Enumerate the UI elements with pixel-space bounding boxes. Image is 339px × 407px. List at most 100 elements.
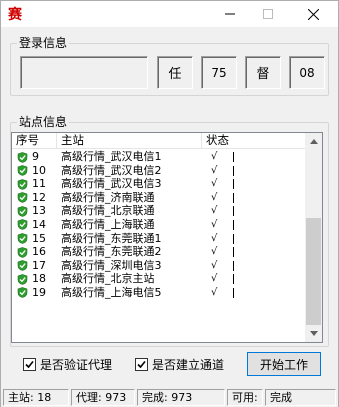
row-status-bar bbox=[233, 233, 234, 244]
site-list[interactable]: 序号 主站 状态 9 高级行情_武汉电信1 √ 10 高级行情_武汉电信2 √ 11 高级行情… bbox=[11, 132, 323, 343]
row-site-name: 高级行情_上海电信5 bbox=[61, 285, 162, 299]
login-info-group: 登录信息 任 75 督 08 bbox=[10, 36, 329, 96]
list-item[interactable]: 18 高级行情_北京主站 √ bbox=[12, 272, 305, 286]
checkbox-checked-icon[interactable] bbox=[23, 357, 36, 371]
list-rows: 9 高级行情_武汉电信1 √ 10 高级行情_武汉电信2 √ 11 高级行情_武汉电信3 √ 12… bbox=[12, 150, 305, 300]
row-number: 9 bbox=[32, 150, 39, 163]
build-channel-checkbox[interactable]: 是否建立通道 bbox=[135, 357, 225, 372]
row-site-name: 高级行情_武汉电信2 bbox=[61, 163, 162, 177]
row-number: 13 bbox=[32, 204, 46, 218]
row-status: √ bbox=[211, 246, 219, 258]
title-bar[interactable]: 赛 bbox=[1, 1, 338, 27]
row-status-bar bbox=[233, 260, 234, 271]
list-header: 序号 主站 状态 bbox=[12, 133, 305, 149]
status-done-count: 完成: 973 bbox=[137, 389, 225, 406]
checkbox-checked-icon[interactable] bbox=[135, 357, 148, 371]
green-shield-check-icon bbox=[17, 246, 28, 258]
row-status: √ bbox=[211, 151, 219, 162]
row-site-name: 高级行情_东莞联通1 bbox=[61, 231, 162, 245]
row-status: √ bbox=[211, 191, 219, 203]
row-number: 10 bbox=[32, 163, 46, 177]
green-shield-check-icon bbox=[17, 260, 28, 272]
status-proxy-count: 代理: 973 bbox=[71, 389, 135, 406]
green-shield-check-icon bbox=[17, 233, 28, 244]
green-shield-check-icon bbox=[17, 178, 28, 190]
status-available-count: 可用: 14 bbox=[227, 389, 263, 406]
row-site-name: 高级行情_北京主站 bbox=[61, 272, 155, 286]
row-status-bar bbox=[233, 287, 234, 298]
column-header-no[interactable]: 序号 bbox=[12, 133, 57, 149]
list-item[interactable]: 13 高级行情_北京联通 √ bbox=[12, 204, 305, 218]
scroll-up-icon[interactable] bbox=[305, 133, 322, 150]
green-shield-check-icon bbox=[17, 165, 28, 176]
list-item[interactable]: 11 高级行情_武汉电信3 √ bbox=[12, 177, 305, 191]
list-item[interactable]: 14 高级行情_上海联通 √ bbox=[12, 218, 305, 232]
row-number: 14 bbox=[32, 217, 46, 231]
row-site-name: 高级行情_北京联通 bbox=[61, 204, 155, 218]
green-shield-check-icon bbox=[17, 192, 28, 204]
maximize-icon[interactable] bbox=[253, 1, 283, 27]
row-number: 17 bbox=[32, 258, 46, 272]
row-number: 11 bbox=[32, 177, 46, 191]
row-status-bar bbox=[233, 247, 234, 258]
green-shield-check-icon bbox=[17, 206, 28, 217]
main-window: 赛 登录信息 任 75 督 08 站点信息 序号 主站 状态 9 高级行情_武汉电… bbox=[0, 0, 339, 407]
list-item[interactable]: 15 高级行情_东莞联通1 √ bbox=[12, 232, 305, 246]
build-channel-label: 是否建立通道 bbox=[152, 357, 225, 372]
minimize-icon[interactable] bbox=[215, 1, 245, 27]
row-status: √ bbox=[211, 205, 219, 217]
close-icon[interactable] bbox=[298, 1, 328, 27]
list-item[interactable]: 10 高级行情_武汉电信2 √ bbox=[12, 164, 305, 178]
login-stat-1: 任 bbox=[157, 56, 193, 89]
start-work-button[interactable]: 开始工作 bbox=[247, 352, 321, 376]
row-status: √ bbox=[211, 273, 219, 285]
row-status-bar bbox=[233, 206, 234, 217]
login-display-field bbox=[20, 56, 148, 89]
list-scrollbar[interactable] bbox=[305, 133, 322, 342]
row-site-name: 高级行情_济南联通 bbox=[61, 190, 155, 204]
list-item[interactable]: 19 高级行情_上海电信5 √ bbox=[12, 286, 305, 300]
scroll-down-icon[interactable] bbox=[305, 325, 322, 342]
row-status: √ bbox=[211, 259, 219, 271]
list-item[interactable]: 16 高级行情_东莞联通2 √ bbox=[12, 245, 305, 259]
row-site-name: 高级行情_上海联通 bbox=[61, 217, 155, 231]
row-number: 18 bbox=[32, 272, 46, 286]
green-shield-check-icon bbox=[17, 219, 28, 231]
login-stat-4: 08 bbox=[289, 56, 325, 89]
row-status-bar bbox=[233, 165, 234, 176]
row-status: √ bbox=[211, 178, 219, 190]
column-header-site[interactable]: 主站 bbox=[57, 133, 202, 149]
site-info-title: 站点信息 bbox=[17, 115, 70, 129]
login-stat-3: 督 bbox=[245, 56, 281, 89]
green-shield-check-icon bbox=[17, 151, 28, 163]
row-status-bar bbox=[233, 179, 234, 190]
login-stat-2: 75 bbox=[201, 56, 237, 89]
status-state: 完成 bbox=[265, 389, 336, 406]
login-info-title: 登录信息 bbox=[17, 36, 70, 50]
row-number: 12 bbox=[32, 190, 46, 204]
row-status-bar bbox=[233, 274, 234, 285]
green-shield-check-icon bbox=[17, 287, 28, 299]
row-status: √ bbox=[211, 218, 219, 230]
row-site-name: 高级行情_东莞联通2 bbox=[61, 245, 162, 259]
row-status: √ bbox=[211, 232, 219, 244]
row-site-name: 高级行情_武汉电信1 bbox=[61, 150, 162, 163]
verify-proxy-label: 是否验证代理 bbox=[40, 357, 113, 372]
scroll-thumb[interactable] bbox=[306, 218, 321, 325]
row-number: 19 bbox=[32, 285, 46, 299]
svg-text:赛: 赛 bbox=[7, 6, 23, 21]
row-status-bar bbox=[233, 152, 234, 162]
green-shield-check-icon bbox=[17, 274, 28, 285]
row-status: √ bbox=[211, 286, 219, 298]
verify-proxy-checkbox[interactable]: 是否验证代理 bbox=[23, 357, 113, 372]
list-item[interactable]: 12 高级行情_济南联通 √ bbox=[12, 191, 305, 205]
row-status-bar bbox=[233, 192, 234, 203]
list-item[interactable]: 9 高级行情_武汉电信1 √ bbox=[12, 150, 305, 164]
column-header-status[interactable]: 状态 bbox=[202, 133, 305, 149]
status-bar: 主站: 18 代理: 973 完成: 973 可用: 14 完成 bbox=[1, 387, 338, 407]
status-site-count: 主站: 18 bbox=[3, 389, 69, 406]
row-status: √ bbox=[211, 164, 219, 176]
row-number: 15 bbox=[32, 231, 46, 245]
row-site-name: 高级行情_武汉电信3 bbox=[61, 177, 162, 191]
list-item[interactable]: 17 高级行情_深圳电信3 √ bbox=[12, 259, 305, 273]
